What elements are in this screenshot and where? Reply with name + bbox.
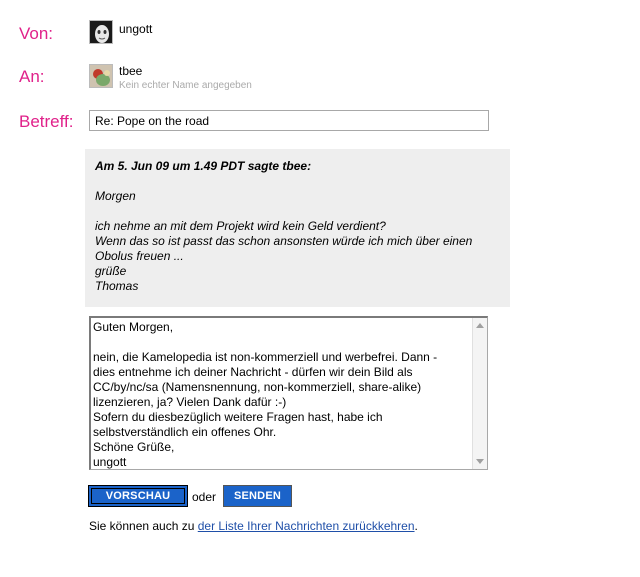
message-line: lizenzieren, ja? Vielen Dank dafür :-) bbox=[93, 395, 287, 409]
message-line: selbstverständlich ein offenes Ohr. bbox=[93, 425, 277, 439]
message-line bbox=[93, 335, 470, 350]
scroll-up-arrow-icon[interactable] bbox=[476, 323, 484, 328]
quote-line: ich nehme an mit dem Projekt wird kein G… bbox=[95, 219, 386, 233]
send-button[interactable]: SENDEN bbox=[224, 486, 291, 506]
message-textarea[interactable]: Guten Morgen, nein, die Kamelopedia ist … bbox=[89, 316, 488, 470]
footer-text: Sie können auch zu der Liste Ihrer Nachr… bbox=[89, 519, 418, 533]
quote-line bbox=[95, 204, 500, 219]
sender-avatar[interactable] bbox=[89, 20, 113, 44]
message-line: nein, die Kamelopedia ist non-kommerziel… bbox=[93, 350, 438, 364]
to-label: An: bbox=[19, 67, 45, 86]
recipient-avatar[interactable] bbox=[89, 64, 113, 88]
message-list-link[interactable]: der Liste Ihrer Nachrichten zurückkehren bbox=[198, 519, 415, 533]
subject-input[interactable] bbox=[89, 110, 489, 131]
message-line: ungott bbox=[93, 455, 127, 469]
message-text[interactable]: Guten Morgen, nein, die Kamelopedia ist … bbox=[93, 320, 470, 469]
quote-line: Thomas bbox=[95, 279, 139, 293]
quote-header: Am 5. Jun 09 um 1.49 PDT sagte tbee: bbox=[95, 159, 312, 173]
footer-suffix: . bbox=[414, 519, 418, 533]
recipient-note: Kein echter Name angegeben bbox=[119, 80, 252, 91]
or-text: oder bbox=[192, 490, 217, 504]
quote-line: Obolus freuen ... bbox=[95, 249, 184, 263]
scroll-down-arrow-icon[interactable] bbox=[476, 459, 484, 464]
quote-line: grüße bbox=[95, 264, 127, 278]
recipient-name[interactable]: tbee bbox=[119, 64, 142, 78]
subject-label: Betreff: bbox=[19, 112, 74, 131]
message-line: dies entnehme ich deiner Nachricht - dür… bbox=[93, 365, 413, 379]
message-line: Schöne Grüße, bbox=[93, 440, 175, 454]
message-line: Guten Morgen, bbox=[93, 320, 174, 334]
message-line: Sofern du diesbezüglich weitere Fragen h… bbox=[93, 410, 383, 424]
quoted-message: Am 5. Jun 09 um 1.49 PDT sagte tbee: Mor… bbox=[85, 149, 510, 307]
from-label: Von: bbox=[19, 24, 54, 43]
quote-line: Morgen bbox=[95, 189, 136, 203]
quote-line bbox=[95, 174, 500, 189]
message-line: CC/by/nc/sa (Namensnennung, non-kommerzi… bbox=[93, 380, 422, 394]
footer-prefix: Sie können auch zu bbox=[89, 519, 198, 533]
textarea-scrollbar[interactable] bbox=[472, 318, 487, 469]
sender-name[interactable]: ungott bbox=[119, 22, 152, 36]
quote-line: Wenn das so ist passt das schon ansonste… bbox=[95, 234, 473, 248]
preview-button[interactable]: VORSCHAU bbox=[89, 486, 187, 506]
